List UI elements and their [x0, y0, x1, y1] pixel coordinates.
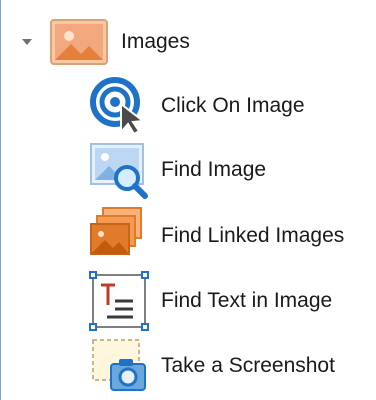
- tree-group-label: Images: [121, 30, 190, 53]
- tree-item-label: Take a Screenshot: [161, 354, 335, 377]
- tree-item-find-linked-images[interactable]: Find Linked Images: [89, 206, 344, 266]
- tree-item-label: Click On Image: [161, 94, 305, 117]
- tree-item-take-a-screenshot[interactable]: Take a Screenshot: [89, 336, 335, 396]
- tree-item-label: Find Text in Image: [161, 289, 333, 312]
- tree-item-find-image[interactable]: Find Image: [89, 140, 266, 200]
- camera-screenshot-icon: [92, 339, 146, 391]
- image-folder-icon: [50, 19, 108, 65]
- text-frame-icon: [89, 271, 149, 331]
- target-cursor-icon: [90, 77, 146, 136]
- tree-item-label: Find Linked Images: [161, 224, 345, 247]
- tree-item-label: Find Image: [161, 158, 267, 181]
- tree-item-find-text-in-image[interactable]: Find Text in Image: [89, 271, 332, 331]
- tree-item-click-on-image[interactable]: Click On Image: [89, 76, 305, 136]
- stacked-images-icon: [90, 207, 142, 255]
- actions-tree-panel: Images Click On Image Find Image Find Li…: [0, 0, 376, 400]
- chevron-down-icon[interactable]: [19, 36, 35, 48]
- image-search-icon: [90, 143, 148, 199]
